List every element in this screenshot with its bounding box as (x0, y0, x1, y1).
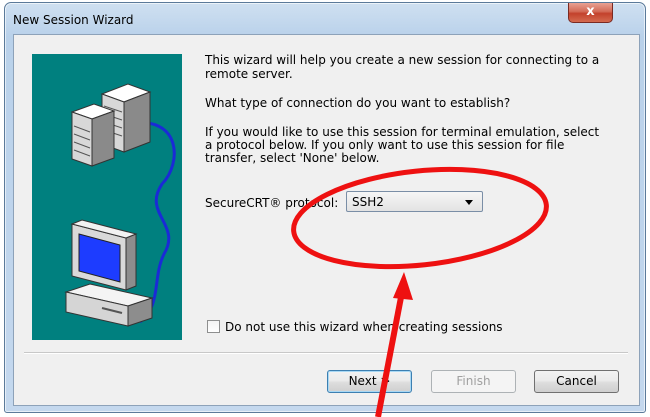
close-button[interactable]: x (568, 3, 613, 23)
connection-question: What type of connection do you want to e… (205, 96, 511, 110)
intro-line-2: remote server. (205, 67, 293, 81)
protocol-label: SecureCRT® protocol: (205, 196, 339, 210)
intro-line-1: This wizard will help you create a new s… (205, 53, 600, 67)
button-divider (24, 352, 628, 354)
dont-use-wizard-checkbox[interactable] (207, 320, 220, 333)
window-title: New Session Wizard (13, 13, 134, 27)
chevron-down-icon (465, 200, 473, 205)
wizard-body: This wizard will help you create a new s… (13, 34, 640, 406)
dont-use-wizard-label[interactable]: Do not use this wizard when creating ses… (225, 320, 503, 334)
next-button[interactable]: Next > (327, 370, 412, 393)
computer-icon (64, 219, 154, 327)
wizard-illustration (32, 54, 182, 340)
instructions-line-2: a protocol below. If you only want to us… (205, 138, 565, 152)
protocol-select[interactable]: SSH2 (346, 191, 483, 212)
instructions-line-1: If you would like to use this session fo… (205, 125, 600, 139)
dialog-window: New Session Wizard x This wizard will he… (4, 2, 646, 413)
network-cable-icon (127, 121, 176, 324)
protocol-selected-value: SSH2 (352, 195, 384, 209)
server-tower-icon (70, 103, 116, 167)
finish-button[interactable]: Finish (431, 370, 516, 393)
instructions-line-3: transfer, select 'None' below. (205, 151, 380, 165)
cancel-button[interactable]: Cancel (534, 370, 619, 393)
